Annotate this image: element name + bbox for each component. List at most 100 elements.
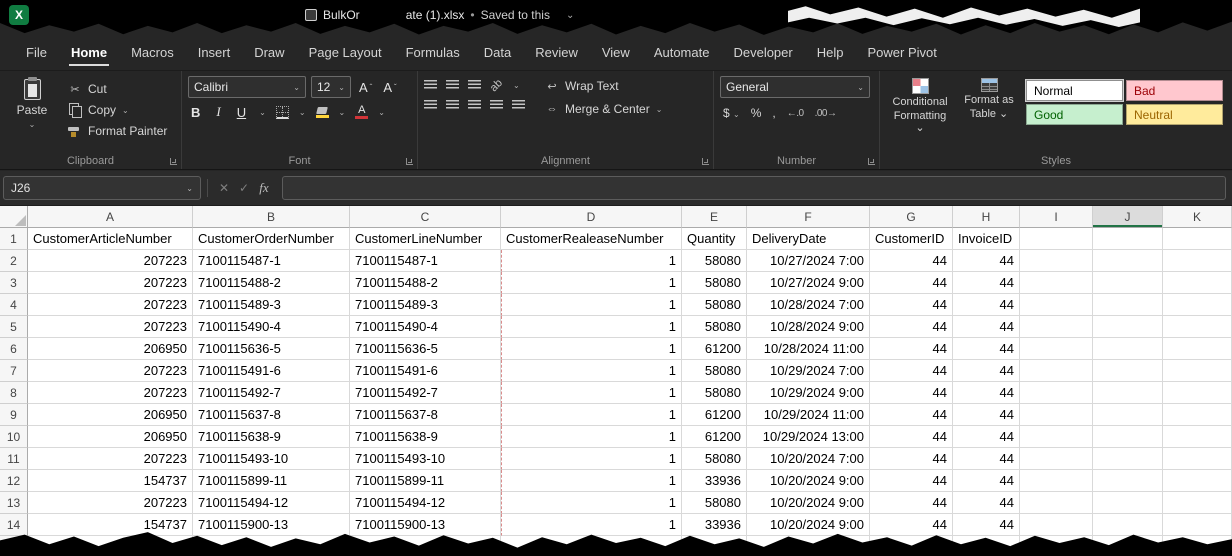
formula-input[interactable]: [282, 176, 1226, 200]
cell-E14[interactable]: 33936: [682, 514, 747, 536]
row-header-7[interactable]: 7: [0, 360, 28, 382]
menu-tab-developer[interactable]: Developer: [721, 34, 804, 70]
column-header-B[interactable]: B: [193, 206, 350, 228]
cell-D3[interactable]: 1: [501, 272, 682, 294]
bold-button[interactable]: B: [188, 105, 203, 120]
font-color-button[interactable]: A: [355, 106, 368, 119]
cell-H10[interactable]: 44: [953, 426, 1020, 448]
menu-tab-review[interactable]: Review: [523, 34, 590, 70]
cell-F7[interactable]: 10/29/2024 7:00: [747, 360, 870, 382]
cell-B5[interactable]: 7100115490-4: [193, 316, 350, 338]
column-header-J[interactable]: J: [1093, 206, 1163, 228]
cell-E3[interactable]: 58080: [682, 272, 747, 294]
cell-A8[interactable]: 207223: [28, 382, 193, 404]
cell-B9[interactable]: 7100115637-8: [193, 404, 350, 426]
cell-I6[interactable]: [1020, 338, 1093, 360]
cell-I5[interactable]: [1020, 316, 1093, 338]
cell-C11[interactable]: 7100115493-10: [350, 448, 501, 470]
cell-J8[interactable]: [1093, 382, 1163, 404]
orientation-icon[interactable]: ab: [488, 76, 506, 94]
cell-D14[interactable]: 1: [501, 514, 682, 536]
fill-color-button[interactable]: [316, 107, 329, 118]
shrink-font-button[interactable]: Aˇ: [380, 80, 399, 95]
dialog-launcher-icon[interactable]: [170, 158, 177, 165]
cell-G5[interactable]: 44: [870, 316, 953, 338]
cell-F11[interactable]: 10/20/2024 7:00: [747, 448, 870, 470]
cell-F14[interactable]: 10/20/2024 9:00: [747, 514, 870, 536]
cell-A7[interactable]: 207223: [28, 360, 193, 382]
cell-K9[interactable]: [1163, 404, 1232, 426]
cell-B6[interactable]: 7100115636-5: [193, 338, 350, 360]
cell-E8[interactable]: 58080: [682, 382, 747, 404]
increase-indent-icon[interactable]: [512, 100, 525, 110]
row-header-8[interactable]: 8: [0, 382, 28, 404]
cell-F9[interactable]: 10/29/2024 11:00: [747, 404, 870, 426]
cell-H1[interactable]: InvoiceID: [953, 228, 1020, 250]
cell-G13[interactable]: 44: [870, 492, 953, 514]
borders-icon[interactable]: [276, 106, 289, 119]
cell-A1[interactable]: CustomerArticleNumber: [28, 228, 193, 250]
cell-D10[interactable]: 1: [501, 426, 682, 448]
menu-tab-help[interactable]: Help: [805, 34, 856, 70]
cell-A13[interactable]: 207223: [28, 492, 193, 514]
cell-F5[interactable]: 10/28/2024 9:00: [747, 316, 870, 338]
cell-G8[interactable]: 44: [870, 382, 953, 404]
cell-H5[interactable]: 44: [953, 316, 1020, 338]
cell-A11[interactable]: 207223: [28, 448, 193, 470]
name-box[interactable]: J26 ⌄: [3, 176, 201, 200]
column-header-G[interactable]: G: [870, 206, 953, 228]
cell-C7[interactable]: 7100115491-6: [350, 360, 501, 382]
column-header-F[interactable]: F: [747, 206, 870, 228]
decrease-decimal-icon[interactable]: .00→: [815, 108, 837, 119]
cell-D12[interactable]: 1: [501, 470, 682, 492]
currency-button[interactable]: $ ⌄: [723, 106, 740, 120]
align-right-icon[interactable]: [468, 100, 481, 110]
cell-G1[interactable]: CustomerID: [870, 228, 953, 250]
cell-A12[interactable]: 154737: [28, 470, 193, 492]
cell-J4[interactable]: [1093, 294, 1163, 316]
cell-J14[interactable]: [1093, 514, 1163, 536]
cell-A9[interactable]: 206950: [28, 404, 193, 426]
row-header-2[interactable]: 2: [0, 250, 28, 272]
cell-K13[interactable]: [1163, 492, 1232, 514]
cell-J6[interactable]: [1093, 338, 1163, 360]
menu-tab-view[interactable]: View: [590, 34, 642, 70]
cell-J11[interactable]: [1093, 448, 1163, 470]
wrap-text-button[interactable]: ↩ Wrap Text: [545, 79, 662, 93]
cell-I12[interactable]: [1020, 470, 1093, 492]
cell-J13[interactable]: [1093, 492, 1163, 514]
cell-B4[interactable]: 7100115489-3: [193, 294, 350, 316]
select-all-corner[interactable]: [0, 206, 28, 228]
cell-B2[interactable]: 7100115487-1: [193, 250, 350, 272]
cell-A3[interactable]: 207223: [28, 272, 193, 294]
cell-D6[interactable]: 1: [501, 338, 682, 360]
cell-F8[interactable]: 10/29/2024 9:00: [747, 382, 870, 404]
cell-H2[interactable]: 44: [953, 250, 1020, 272]
cell-C12[interactable]: 7100115899-11: [350, 470, 501, 492]
cell-J1[interactable]: [1093, 228, 1163, 250]
cell-H8[interactable]: 44: [953, 382, 1020, 404]
cell-C3[interactable]: 7100115488-2: [350, 272, 501, 294]
cell-F10[interactable]: 10/29/2024 13:00: [747, 426, 870, 448]
cell-B11[interactable]: 7100115493-10: [193, 448, 350, 470]
cell-J7[interactable]: [1093, 360, 1163, 382]
cell-E10[interactable]: 61200: [682, 426, 747, 448]
menu-tab-formulas[interactable]: Formulas: [394, 34, 472, 70]
cell-I10[interactable]: [1020, 426, 1093, 448]
cell-D9[interactable]: 1: [501, 404, 682, 426]
menu-tab-page-layout[interactable]: Page Layout: [297, 34, 394, 70]
cancel-icon[interactable]: ✕: [214, 181, 234, 195]
row-header-10[interactable]: 10: [0, 426, 28, 448]
column-header-A[interactable]: A: [28, 206, 193, 228]
decrease-indent-icon[interactable]: [490, 100, 503, 110]
underline-button[interactable]: U: [234, 105, 249, 120]
search-box[interactable]: [788, 4, 1140, 27]
cell-E7[interactable]: 58080: [682, 360, 747, 382]
cell-K7[interactable]: [1163, 360, 1232, 382]
italic-button[interactable]: I: [213, 104, 223, 120]
cell-G11[interactable]: 44: [870, 448, 953, 470]
cell-B1[interactable]: CustomerOrderNumber: [193, 228, 350, 250]
column-header-D[interactable]: D: [501, 206, 682, 228]
cell-D11[interactable]: 1: [501, 448, 682, 470]
excel-logo-icon[interactable]: X: [9, 5, 29, 25]
